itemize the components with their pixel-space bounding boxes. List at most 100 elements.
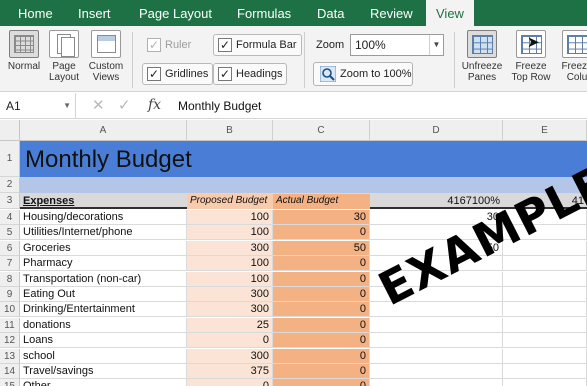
expense-cell[interactable]: Transportation (non-car) [20,272,187,287]
row-header[interactable]: 8 [0,272,20,287]
row-header[interactable]: 9 [0,287,20,302]
actual-budget-cell[interactable]: 0 [273,272,370,287]
expense-cell[interactable]: donations [20,318,187,333]
actual-budget-cell[interactable]: 0 [273,379,370,386]
actual-budget-cell[interactable]: 0 [273,364,370,379]
column-d-cell[interactable] [370,379,503,386]
actual-budget-cell[interactable]: 0 [273,256,370,271]
column-e-cell[interactable] [503,318,587,333]
header-actual-budget[interactable]: Actual Budget [273,194,370,209]
normal-view-button[interactable]: Normal [4,30,44,72]
tab-page-layout[interactable]: Page Layout [139,0,212,26]
column-header-e[interactable]: E [503,120,587,141]
chevron-down-icon[interactable]: ▼ [63,93,71,119]
column-e-cell[interactable] [503,364,587,379]
zoom-select[interactable]: 100% ▼ [350,34,444,56]
column-e-cell[interactable] [503,349,587,364]
name-box[interactable]: A1 ▼ [0,93,76,119]
column-header-c[interactable]: C [273,120,370,141]
sheet-title[interactable]: Monthly Budget [25,145,192,175]
zoom-to-100-button[interactable]: Zoom to 100% [313,62,413,86]
row-header[interactable]: 14 [0,364,20,379]
expense-cell[interactable]: Travel/savings [20,364,187,379]
expense-cell[interactable]: Other [20,379,187,386]
proposed-budget-cell[interactable]: 100 [187,210,273,225]
expense-cell[interactable]: Loans [20,333,187,348]
column-e-cell[interactable] [503,333,587,348]
proposed-budget-cell[interactable]: 100 [187,272,273,287]
actual-budget-cell[interactable]: 0 [273,333,370,348]
row-header[interactable]: 15 [0,379,20,386]
gridlines-checkbox[interactable]: ✓ Gridlines [142,63,214,85]
column-e-cell[interactable] [503,256,587,271]
actual-budget-cell[interactable]: 0 [273,287,370,302]
row-header[interactable]: 12 [0,333,20,348]
column-e-cell[interactable] [503,272,587,287]
proposed-budget-cell[interactable]: 100 [187,225,273,240]
proposed-budget-cell[interactable]: 100 [187,256,273,271]
ruler-checkbox[interactable]: ✓ Ruler [142,34,196,56]
proposed-budget-cell[interactable]: 300 [187,241,273,256]
enter-icon[interactable]: ✓ [118,97,131,115]
column-e-cell[interactable] [503,287,587,302]
expense-cell[interactable]: Eating Out [20,287,187,302]
row-header[interactable]: 13 [0,349,20,364]
expense-cell[interactable]: Utilities/Internet/phone [20,225,187,240]
actual-budget-cell[interactable]: 0 [273,225,370,240]
headings-checkbox[interactable]: ✓ Headings [213,63,288,85]
actual-budget-cell[interactable]: 0 [273,302,370,317]
proposed-budget-cell[interactable]: 300 [187,349,273,364]
cancel-icon[interactable]: ✕ [92,97,105,115]
actual-budget-cell[interactable]: 0 [273,349,370,364]
column-header-b[interactable]: B [187,120,273,141]
expense-cell[interactable]: Drinking/Entertainment [20,302,187,317]
column-d-cell[interactable] [370,349,503,364]
proposed-budget-cell[interactable]: 25 [187,318,273,333]
row-header[interactable]: 7 [0,256,20,271]
column-d-cell[interactable] [370,318,503,333]
custom-views-button[interactable]: Custom Views [86,30,126,83]
formula-input[interactable]: Monthly Budget [178,93,261,119]
expense-cell[interactable]: Pharmacy [20,256,187,271]
column-e-cell[interactable] [503,379,587,386]
header-proposed-budget[interactable]: Proposed Budget [187,194,273,209]
tab-view[interactable]: View [426,0,474,26]
proposed-budget-cell[interactable]: 300 [187,287,273,302]
row-header[interactable]: 5 [0,225,20,240]
row-header[interactable]: 4 [0,210,20,225]
tab-data[interactable]: Data [317,0,344,26]
header-expenses[interactable]: Expenses [20,194,187,209]
expense-cell[interactable]: school [20,349,187,364]
row-header[interactable]: 11 [0,318,20,333]
freeze-first-column-button[interactable]: Freeze Colu [557,30,587,83]
column-header-a[interactable]: A [20,120,187,141]
row-header[interactable]: 6 [0,241,20,256]
column-d-cell[interactable] [370,364,503,379]
actual-budget-cell[interactable]: 0 [273,318,370,333]
unfreeze-panes-button[interactable]: Unfreeze Panes [458,30,506,83]
column-e-cell[interactable] [503,302,587,317]
expense-cell[interactable]: Housing/decorations [20,210,187,225]
header-d[interactable]: 4167100% [370,194,503,209]
proposed-budget-cell[interactable]: 300 [187,302,273,317]
row-header-2[interactable]: 2 [0,177,20,193]
proposed-budget-cell[interactable]: 375 [187,364,273,379]
proposed-budget-cell[interactable]: 0 [187,379,273,386]
insert-function-icon[interactable]: fx [148,97,161,113]
tab-home[interactable]: Home [18,0,53,26]
row-header-3[interactable]: 3 [0,193,20,209]
chevron-down-icon[interactable]: ▼ [429,35,443,55]
column-header-d[interactable]: D [370,120,503,141]
actual-budget-cell[interactable]: 30 [273,210,370,225]
proposed-budget-cell[interactable]: 0 [187,333,273,348]
select-all-corner[interactable] [0,120,20,141]
freeze-top-row-button[interactable]: ➤ Freeze Top Row [508,30,554,83]
tab-insert[interactable]: Insert [78,0,111,26]
column-d-cell[interactable] [370,333,503,348]
actual-budget-cell[interactable]: 50 [273,241,370,256]
formula-bar-checkbox[interactable]: ✓ Formula Bar [213,34,302,56]
tab-review[interactable]: Review [370,0,413,26]
row-header[interactable]: 10 [0,302,20,317]
page-layout-view-button[interactable]: Page Layout [46,30,82,83]
row-header-1[interactable]: 1 [0,141,20,177]
